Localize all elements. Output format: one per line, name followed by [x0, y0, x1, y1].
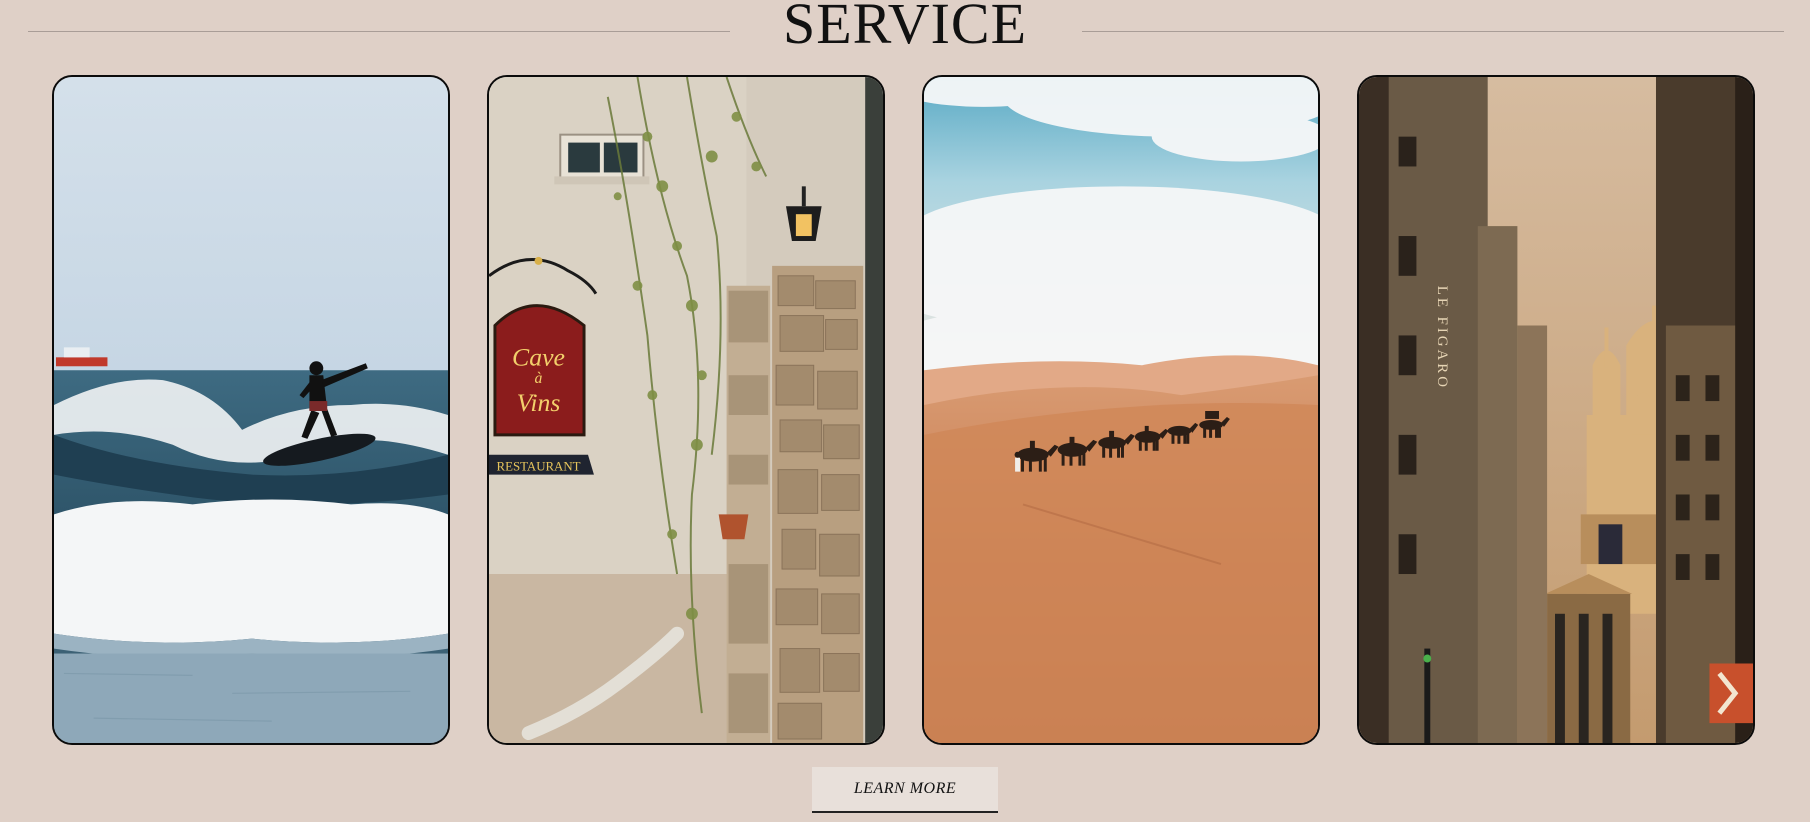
sign-word-a: à	[535, 370, 543, 387]
le-figaro-facade: LE FIGARO	[1434, 286, 1450, 390]
restaurant-banner: RESTAURANT	[497, 460, 581, 474]
section-title: SERVICE	[782, 0, 1028, 56]
cave-a-vins-photo: Cave à Vins RESTAURANT	[489, 77, 883, 743]
header-right-divider	[1082, 31, 1784, 32]
desert-caravan-photo	[924, 77, 1318, 743]
section-header: SERVICE	[0, 0, 1810, 60]
learn-more-button[interactable]: LEARN MORE	[812, 767, 998, 813]
sign-word-vins: Vins	[517, 388, 561, 417]
service-card-desert[interactable]	[922, 75, 1320, 745]
paris-street-photo: LE FIGARO	[1359, 77, 1753, 743]
surfer-photo	[54, 77, 448, 743]
sign-word-cave: Cave	[512, 342, 565, 371]
service-card-wine[interactable]: Cave à Vins RESTAURANT	[487, 75, 885, 745]
service-card-surf[interactable]	[52, 75, 450, 745]
service-card-paris[interactable]: LE FIGARO	[1357, 75, 1755, 745]
